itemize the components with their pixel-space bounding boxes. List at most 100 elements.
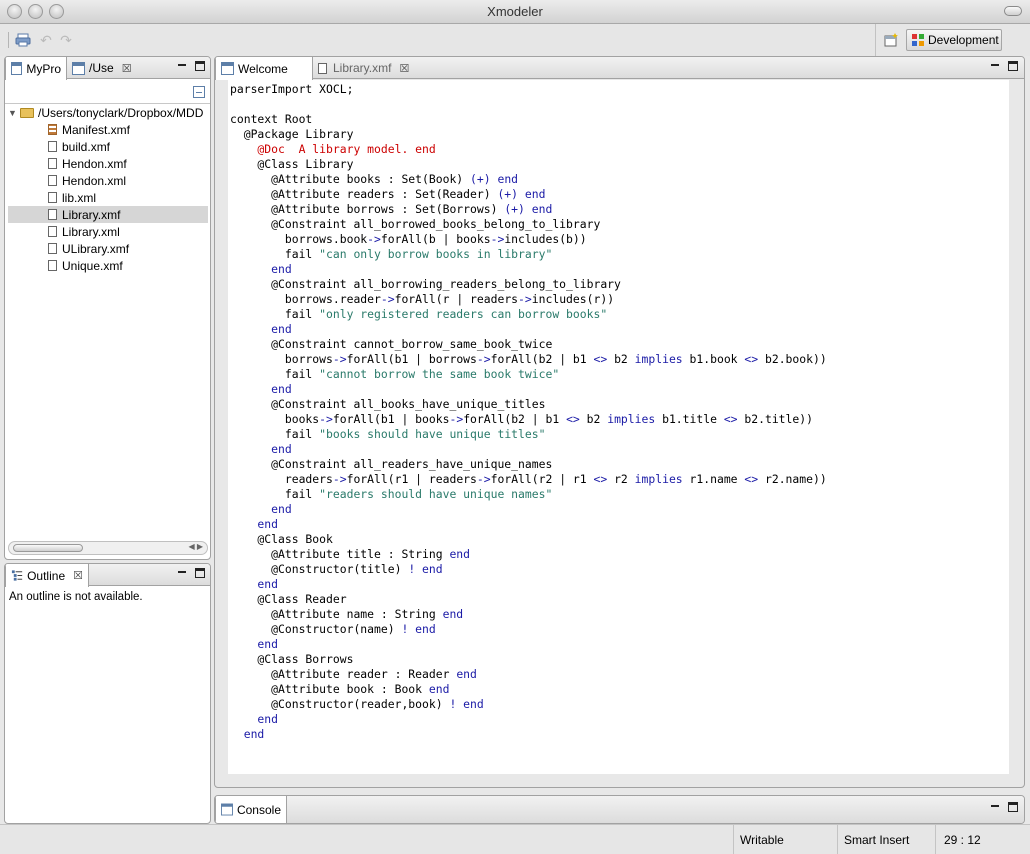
tree-item[interactable]: lib.xml	[8, 189, 208, 206]
code-line: @Constraint cannot_borrow_same_book_twic…	[230, 337, 1009, 352]
maximize-view-icon[interactable]	[1008, 802, 1018, 812]
code-editor[interactable]: parserImport XOCL; context Root @Package …	[228, 80, 1009, 774]
code-token: b1.book	[682, 352, 745, 366]
tree-item-label: Hendon.xml	[62, 173, 127, 188]
code-token: @Attribute borrows : Set(Borrows)	[230, 202, 505, 216]
code-token: fail	[230, 307, 320, 321]
tree-item[interactable]: Hendon.xml	[8, 172, 208, 189]
editor-panel: Welcome Library.xmf ☒ parserImport XOCL;…	[214, 56, 1025, 788]
folder-icon	[20, 107, 34, 118]
tree-item[interactable]: Library.xml	[8, 223, 208, 240]
minimize-view-icon[interactable]	[990, 61, 1000, 71]
horizontal-scrollbar[interactable]: ◀ ▶	[8, 541, 208, 555]
status-writable: Writable	[733, 825, 837, 854]
code-token: "cannot borrow the same book twice"	[319, 367, 560, 381]
tab-library-xmf[interactable]: Library.xmf ☒	[313, 57, 414, 79]
code-line: @Constraint all_borrowed_books_belong_to…	[230, 217, 1009, 232]
code-line: parserImport XOCL;	[230, 82, 1009, 97]
code-token: @Attribute reader : Reader	[230, 667, 457, 681]
code-line: end	[230, 382, 1009, 397]
status-bar: Writable Smart Insert 29 : 12	[0, 824, 1030, 854]
tree-item[interactable]: build.xmf	[8, 138, 208, 155]
tree-item[interactable]: Manifest.xmf	[8, 121, 208, 138]
code-line: @Constraint all_borrowing_readers_belong…	[230, 277, 1009, 292]
code-token: b1.title	[655, 412, 724, 426]
code-token: implies	[634, 472, 683, 486]
code-line: borrows.reader->forAll(r | readers->incl…	[230, 292, 1009, 307]
code-token: parserImport XOCL;	[230, 82, 354, 96]
maximize-view-icon[interactable]	[195, 61, 205, 71]
collapse-all-icon[interactable]	[193, 86, 205, 98]
minimize-view-icon[interactable]	[177, 61, 187, 71]
code-line: end	[230, 712, 1009, 727]
close-icon[interactable]: ☒	[73, 569, 83, 582]
back-arrow-icon[interactable]: ↶	[37, 31, 55, 49]
code-token: borrows.reader	[230, 292, 381, 306]
tree-root-folder[interactable]: ▼ /Users/tonyclark/Dropbox/MDD	[8, 104, 208, 121]
code-token: end	[230, 382, 292, 396]
code-token: r2.name))	[758, 472, 827, 486]
tree-item[interactable]: Unique.xmf	[8, 257, 208, 274]
minimize-view-icon[interactable]	[990, 802, 1000, 812]
code-token: fail	[230, 247, 320, 261]
file-icon	[48, 192, 57, 203]
file-icon	[318, 62, 327, 74]
code-token: @Attribute books : Set(Book)	[230, 172, 471, 186]
tab-outline[interactable]: Outline ☒	[5, 564, 89, 587]
code-line: end	[230, 727, 1009, 742]
explorer-panel: MyPro /Use ☒ ▼ /Users/tonyclark/Dropbox/…	[4, 56, 211, 560]
expand-triangle-icon[interactable]: ▼	[8, 108, 20, 118]
tab-welcome[interactable]: Welcome	[215, 57, 313, 80]
toolbar-toggle-button[interactable]	[1004, 6, 1022, 16]
editor-tab-bar: Welcome Library.xmf ☒	[215, 57, 1024, 80]
status-cursor-position: 29 : 12	[935, 825, 1030, 854]
code-token: @Constraint cannot_borrow_same_book_twic…	[230, 337, 553, 351]
maximize-view-icon[interactable]	[1008, 61, 1018, 71]
code-token: "can only borrow books in library"	[319, 247, 553, 261]
code-token: forAll(b | books	[380, 232, 491, 246]
print-icon[interactable]	[14, 31, 32, 49]
forward-arrow-icon[interactable]: ↷	[57, 31, 75, 49]
code-line: @Attribute book : Book end	[230, 682, 1009, 697]
minimize-view-icon[interactable]	[177, 568, 187, 578]
scrollbar-thumb[interactable]	[13, 544, 83, 552]
code-line: @Package Library	[230, 127, 1009, 142]
code-token: forAll(r2 | r1	[490, 472, 594, 486]
code-token: @Class Library	[230, 157, 354, 171]
code-token: r1.name	[682, 472, 745, 486]
close-icon[interactable]: ☒	[122, 62, 132, 75]
code-token: forAll(b2 | b1	[463, 412, 567, 426]
code-token: @Attribute book : Book	[230, 682, 429, 696]
maximize-view-icon[interactable]	[195, 568, 205, 578]
navigator-icon	[72, 61, 85, 75]
tree-item[interactable]: ULibrary.xmf	[8, 240, 208, 257]
tab-use-label: /Use	[89, 61, 114, 75]
code-token: end	[456, 667, 477, 681]
tab-console[interactable]: Console	[215, 796, 287, 823]
code-token: @Doc A library model. end	[230, 142, 436, 156]
code-token: end	[230, 322, 292, 336]
code-token: ->	[476, 352, 491, 366]
development-perspective-button[interactable]: Development	[906, 29, 1002, 51]
console-tab-bar: Console	[215, 796, 1024, 823]
close-icon[interactable]: ☒	[399, 62, 409, 75]
code-token: <>	[593, 472, 608, 486]
tree-item[interactable]: Hendon.xmf	[8, 155, 208, 172]
code-token: <>	[566, 412, 580, 426]
code-token: @Constraint all_borrowing_readers_belong…	[230, 277, 621, 291]
open-perspective-icon[interactable]	[882, 31, 900, 49]
scroll-arrows-icon[interactable]: ◀ ▶	[188, 542, 203, 551]
tab-use[interactable]: /Use ☒	[67, 57, 137, 79]
code-token: end	[230, 262, 292, 276]
code-token: (+) end	[497, 187, 546, 201]
code-token: forAll(b1 | books	[332, 412, 450, 426]
code-token: borrows	[230, 352, 333, 366]
tree-item[interactable]: Library.xmf	[8, 206, 208, 223]
code-line: readers->forAll(r1 | readers->forAll(r2 …	[230, 472, 1009, 487]
code-token: <>	[723, 412, 738, 426]
welcome-icon	[221, 62, 234, 75]
tree-item-label: Hendon.xmf	[62, 156, 127, 171]
file-tree: ▼ /Users/tonyclark/Dropbox/MDD Manifest.…	[8, 104, 208, 274]
toolbar-separator	[8, 32, 9, 48]
tab-mypro[interactable]: MyPro	[5, 57, 67, 80]
